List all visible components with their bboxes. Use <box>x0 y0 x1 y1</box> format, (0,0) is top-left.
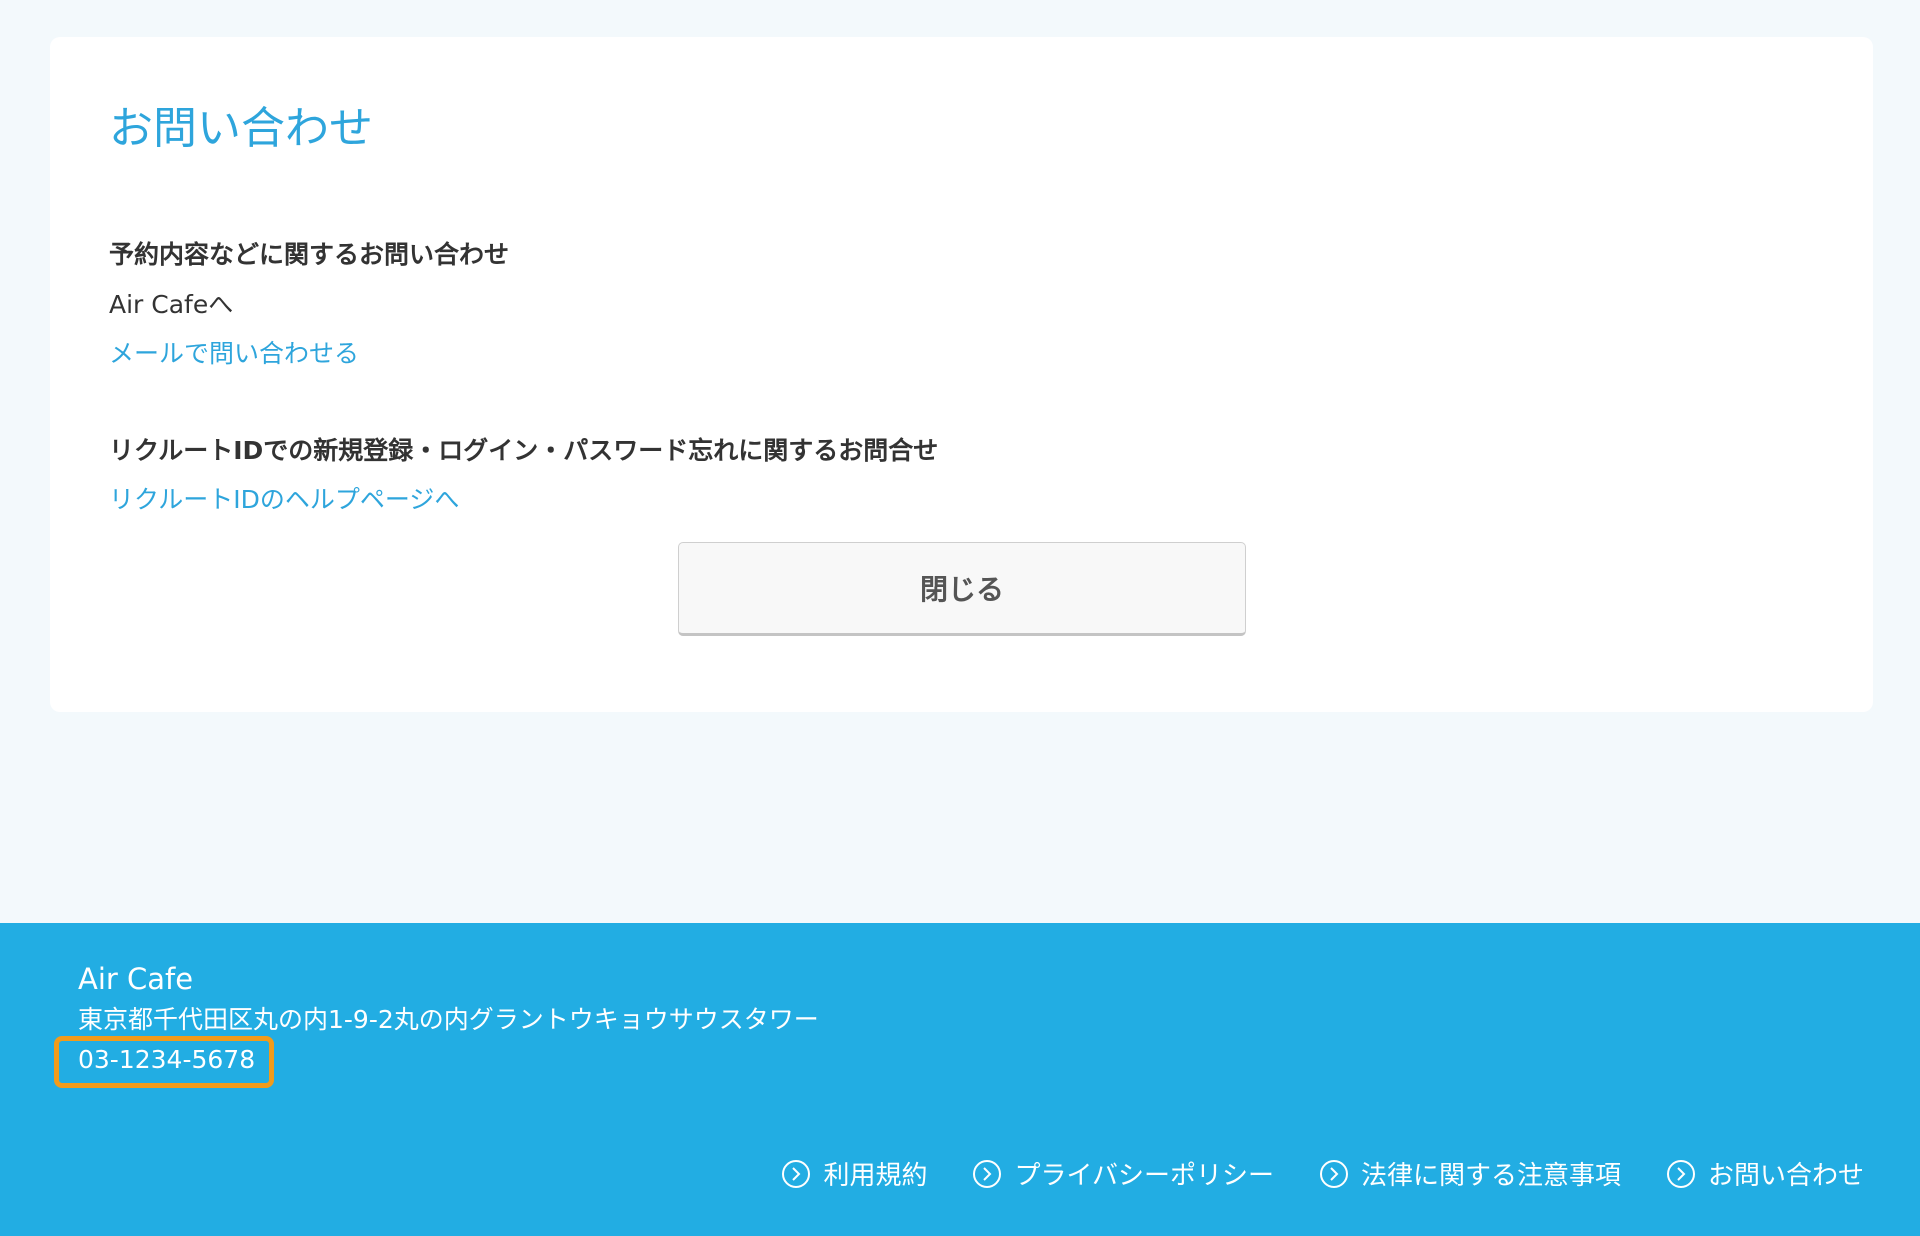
email-inquiry-link[interactable]: メールで問い合わせる <box>109 341 359 366</box>
terms-link[interactable]: 利用規約 <box>781 1155 927 1192</box>
legal-notice-link-label: 法律に関する注意事項 <box>1360 1161 1621 1191</box>
reservation-inquiry-recipient: Air Cafeへ <box>109 290 234 319</box>
reservation-inquiry-heading: 予約内容などに関するお問い合わせ <box>109 240 510 269</box>
legal-notice-link[interactable]: 法律に関する注意事項 <box>1319 1155 1621 1192</box>
circle-chevron-right-icon <box>973 1159 1002 1188</box>
contact-link[interactable]: お問い合わせ <box>1666 1155 1864 1192</box>
privacy-policy-link-label: プライバシーポリシー <box>1014 1161 1274 1191</box>
contact-card: お問い合わせ 予約内容などに関するお問い合わせ Air Cafeへ メールで問い… <box>50 37 1873 712</box>
recruit-id-help-link[interactable]: リクルートIDのヘルプページへ <box>109 487 459 512</box>
recruit-id-inquiry-heading: リクルートIDでの新規登録・ログイン・パスワード忘れに関するお問合せ <box>109 436 939 465</box>
close-button[interactable]: 閉じる <box>678 542 1246 636</box>
footer-address: 東京都千代田区丸の内1-9-2丸の内グラントウキョウサウスタワー <box>78 1005 819 1034</box>
footer-phone-number: 03-1234-5678 <box>78 1045 256 1074</box>
terms-link-label: 利用規約 <box>823 1161 928 1191</box>
contact-link-label: お問い合わせ <box>1707 1161 1864 1191</box>
site-footer: Air Cafe 東京都千代田区丸の内1-9-2丸の内グラントウキョウサウスタワ… <box>0 923 1920 1236</box>
privacy-policy-link[interactable]: プライバシーポリシー <box>972 1155 1274 1192</box>
page-title: お問い合わせ <box>109 103 373 154</box>
circle-chevron-right-icon <box>782 1159 811 1188</box>
footer-store-name: Air Cafe <box>78 962 194 996</box>
footer-navigation: 利用規約 プライバシーポリシー 法律に関する注意事項 お問い合わせ <box>781 1155 1864 1192</box>
circle-chevron-right-icon <box>1666 1159 1695 1188</box>
circle-chevron-right-icon <box>1319 1159 1348 1188</box>
